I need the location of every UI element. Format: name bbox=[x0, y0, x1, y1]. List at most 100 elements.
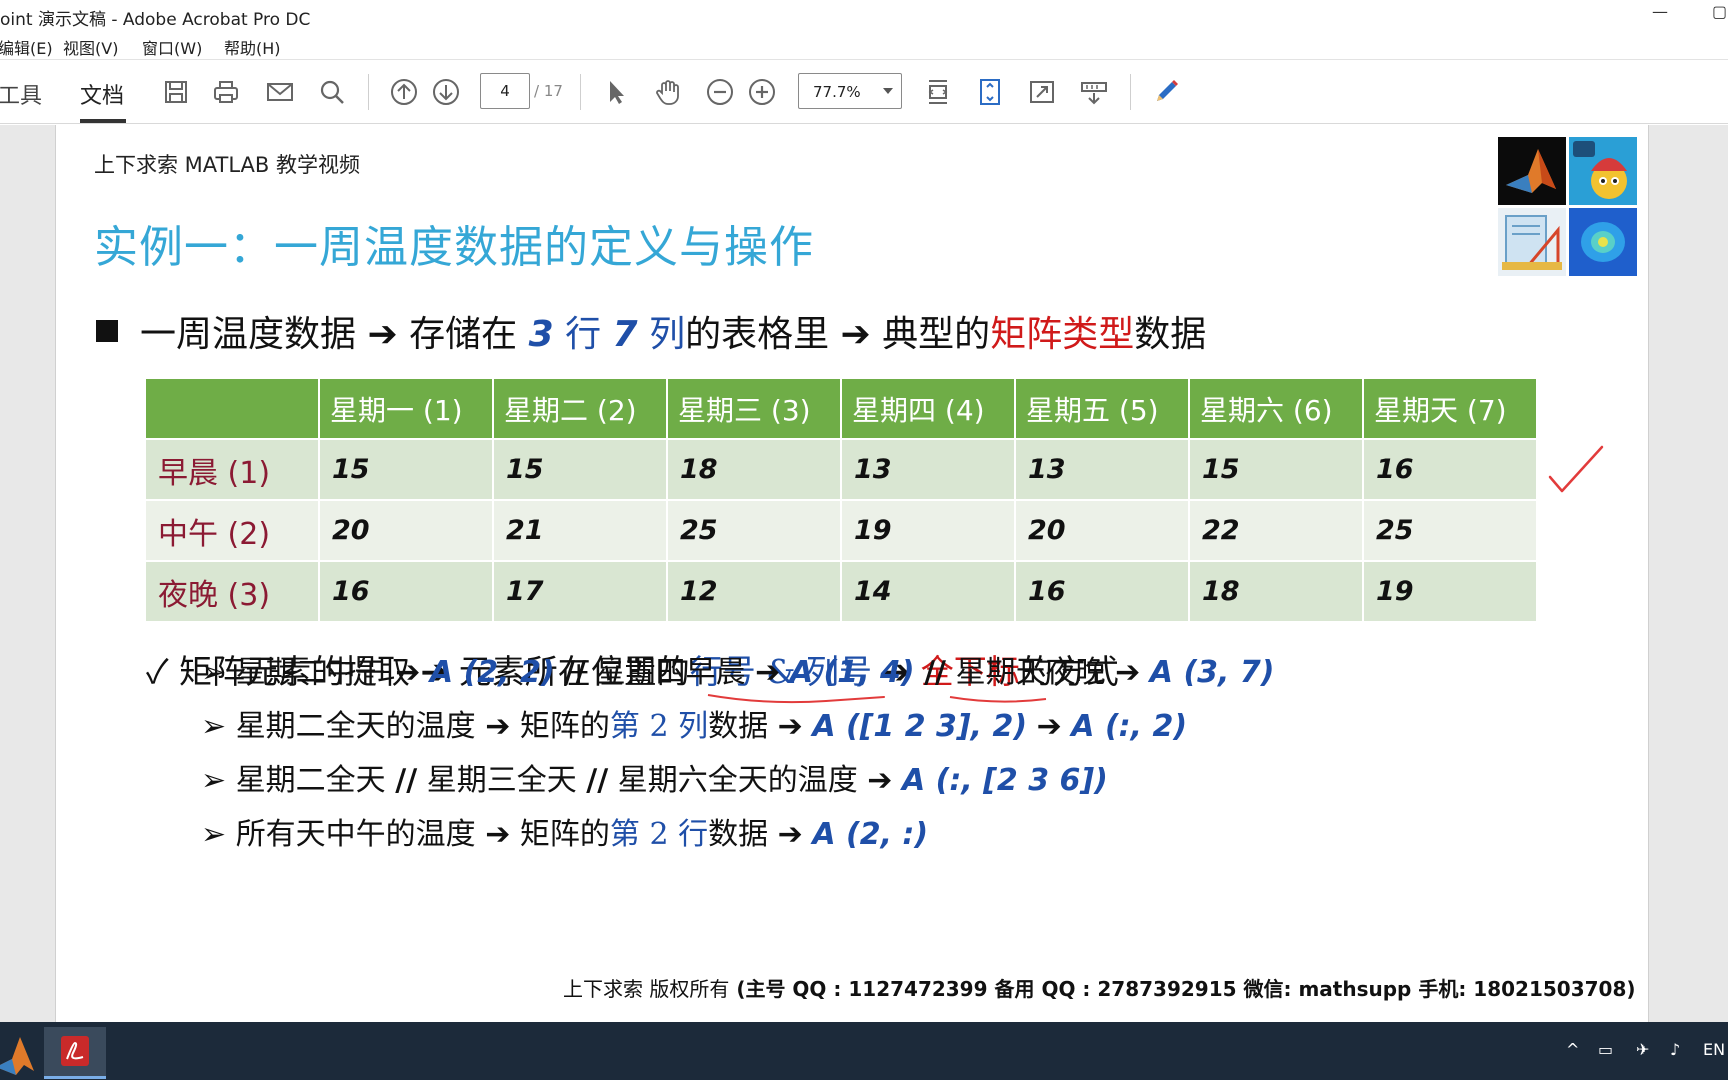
menu-view[interactable]: 视图(V) bbox=[63, 35, 118, 59]
page-up-icon[interactable] bbox=[386, 74, 422, 110]
arrow-icon: ➔ bbox=[485, 709, 511, 744]
fit-width-icon[interactable] bbox=[920, 74, 956, 110]
tab-document[interactable]: 文档 bbox=[80, 78, 124, 110]
item-text: 星期二全天的温度 bbox=[235, 709, 476, 744]
volume-icon[interactable]: ♪ bbox=[1670, 1040, 1680, 1059]
select-cursor-icon[interactable] bbox=[598, 74, 634, 110]
drafting-logo-icon bbox=[1498, 208, 1566, 276]
column-header: 星期天 (7) bbox=[1362, 377, 1538, 440]
heatmap-logo-icon bbox=[1569, 208, 1637, 276]
menu-window[interactable]: 窗口(W) bbox=[142, 35, 202, 59]
rows-unit: 行 bbox=[565, 314, 602, 355]
zoom-select[interactable]: 77.7% bbox=[798, 73, 902, 109]
arrow-icon: ➔ bbox=[777, 817, 803, 852]
index-expression: A (3, 7) bbox=[1149, 655, 1275, 690]
item-text: 星期四早晨 bbox=[595, 655, 746, 690]
tab-tools[interactable]: 工具 bbox=[0, 78, 42, 110]
arrow-icon: ➔ bbox=[840, 314, 871, 355]
index-expression: A (1, 4) bbox=[789, 655, 915, 690]
menu-help[interactable]: 帮助(H) bbox=[224, 35, 281, 59]
search-icon[interactable] bbox=[314, 74, 350, 110]
logo-group bbox=[1498, 137, 1638, 276]
battery-icon[interactable]: ▭ bbox=[1598, 1040, 1613, 1059]
column-header: 星期五 (5) bbox=[1014, 377, 1190, 440]
column-ref: 第 2 列 bbox=[609, 709, 709, 744]
bullet-text: 一周温度数据 bbox=[140, 314, 357, 355]
table-cell: 20 bbox=[318, 499, 494, 562]
temperature-table: 星期一 (1) 星期二 (2) 星期三 (3) 星期四 (4) 星期五 (5) … bbox=[144, 377, 1538, 623]
main-bullet: 一周温度数据 ➔ 存储在 3 行 7 列的表格里 ➔ 典型的矩阵类型数据 bbox=[96, 305, 1206, 357]
square-bullet-icon bbox=[96, 320, 118, 342]
table-cell: 14 bbox=[840, 560, 1016, 623]
minimize-button[interactable]: — bbox=[1652, 2, 1668, 21]
page-number-input[interactable]: 4 bbox=[480, 73, 530, 109]
print-icon[interactable] bbox=[208, 74, 244, 110]
arrow-icon: ➔ bbox=[1115, 655, 1141, 690]
maximize-button[interactable]: ▢ bbox=[1712, 2, 1727, 21]
page-down-icon[interactable] bbox=[428, 74, 464, 110]
index-expression: A ([1 2 3], 2) bbox=[812, 709, 1028, 744]
item-text: 所有天中午的温度 bbox=[235, 817, 476, 852]
arrow-icon: ➔ bbox=[777, 709, 803, 744]
document-viewer[interactable]: 上下求索 MATLAB 教学视频 实例一：一周温度数据的定义与操作 一周温度数据… bbox=[0, 125, 1728, 1022]
zoom-value: 77.7% bbox=[813, 83, 861, 101]
list-item: ➢ 星期二全天的温度 ➔ 矩阵的第 2 列数据 ➔ A ([1 2 3], 2)… bbox=[201, 701, 1187, 745]
bullet-text: 数据 bbox=[1134, 314, 1207, 355]
arrow-icon: ➔ bbox=[755, 655, 781, 690]
bullet-text: 存储在 bbox=[409, 314, 518, 355]
taskbar: ^ ▭ ✈ ♪ EN bbox=[0, 1022, 1728, 1080]
row-header: 夜晚 (3) bbox=[144, 560, 320, 623]
copyright-text: 上下求索 版权所有 bbox=[563, 977, 730, 1001]
arrow-bullet-icon: ➢ bbox=[201, 817, 227, 852]
item-text: 星期六全天的温度 bbox=[617, 763, 858, 798]
acrobat-app-icon[interactable] bbox=[44, 1027, 106, 1079]
slide-title: 实例一：一周温度数据的定义与操作 bbox=[94, 222, 814, 273]
slide-header: 上下求索 MATLAB 教学视频 bbox=[94, 153, 360, 177]
menu-edit[interactable]: 编辑(E) bbox=[0, 35, 53, 59]
airplane-icon[interactable]: ✈ bbox=[1636, 1040, 1649, 1059]
separator: // bbox=[395, 763, 418, 798]
table-header-row: 星期一 (1) 星期二 (2) 星期三 (3) 星期四 (4) 星期五 (5) … bbox=[144, 377, 1538, 440]
cols-count: 7 bbox=[612, 314, 638, 355]
table-cell: 16 bbox=[1362, 438, 1538, 501]
item-text: 星期二中午 bbox=[235, 655, 386, 690]
arrow-bullet-icon: ➢ bbox=[201, 709, 227, 744]
pen-icon[interactable] bbox=[1148, 74, 1184, 110]
cols-unit: 列 bbox=[649, 314, 686, 355]
bullet-text: 的表格里 bbox=[685, 314, 830, 355]
arrow-icon: ➔ bbox=[867, 763, 893, 798]
column-header bbox=[144, 377, 320, 440]
zoom-in-icon[interactable] bbox=[744, 74, 780, 110]
list-item: ➢ 星期二全天 // 星期三全天 // 星期六全天的温度 ➔ A (:, [2 … bbox=[201, 755, 1108, 799]
email-icon[interactable] bbox=[262, 74, 298, 110]
item-text: 星期二全天 bbox=[235, 763, 386, 798]
list-item: ➢ 所有天中午的温度 ➔ 矩阵的第 2 行数据 ➔ A (2, :) bbox=[201, 809, 928, 853]
window-title: oint 演示文稿 - Adobe Acrobat Pro DC bbox=[0, 10, 311, 30]
arrow-bullet-icon: ➢ bbox=[201, 763, 227, 798]
row-ref: 第 2 行 bbox=[609, 817, 709, 852]
index-expression: A (:, 2) bbox=[1071, 709, 1188, 744]
chevron-up-icon[interactable]: ^ bbox=[1566, 1040, 1579, 1059]
table-row: 中午 (2) 20 21 25 19 20 22 25 bbox=[144, 499, 1538, 562]
matlab-app-icon[interactable] bbox=[0, 1027, 48, 1079]
arrow-icon: ➔ bbox=[395, 655, 421, 690]
title-bar: oint 演示文稿 - Adobe Acrobat Pro DC — ▢ bbox=[0, 0, 1728, 32]
arrow-icon: ➔ bbox=[1036, 709, 1062, 744]
separator: // bbox=[924, 655, 947, 690]
column-header: 星期六 (6) bbox=[1188, 377, 1364, 440]
toolbar-separator bbox=[368, 74, 369, 110]
table-cell: 19 bbox=[1362, 560, 1538, 623]
fit-page-icon[interactable] bbox=[972, 74, 1008, 110]
column-header: 星期四 (4) bbox=[840, 377, 1016, 440]
row-header: 早晨 (1) bbox=[144, 438, 320, 501]
menu-bar: 编辑(E) 视图(V) 窗口(W) 帮助(H) bbox=[0, 32, 1728, 60]
fullscreen-icon[interactable] bbox=[1024, 74, 1060, 110]
zoom-out-icon[interactable] bbox=[702, 74, 738, 110]
table-cell: 15 bbox=[492, 438, 668, 501]
toolbar: 工具 文档 4 / 17 77.7% bbox=[0, 60, 1728, 124]
row-header: 中午 (2) bbox=[144, 499, 320, 562]
hand-icon[interactable] bbox=[650, 74, 686, 110]
save-icon[interactable] bbox=[158, 74, 194, 110]
read-mode-icon[interactable] bbox=[1076, 74, 1112, 110]
language-indicator[interactable]: EN bbox=[1703, 1040, 1725, 1059]
